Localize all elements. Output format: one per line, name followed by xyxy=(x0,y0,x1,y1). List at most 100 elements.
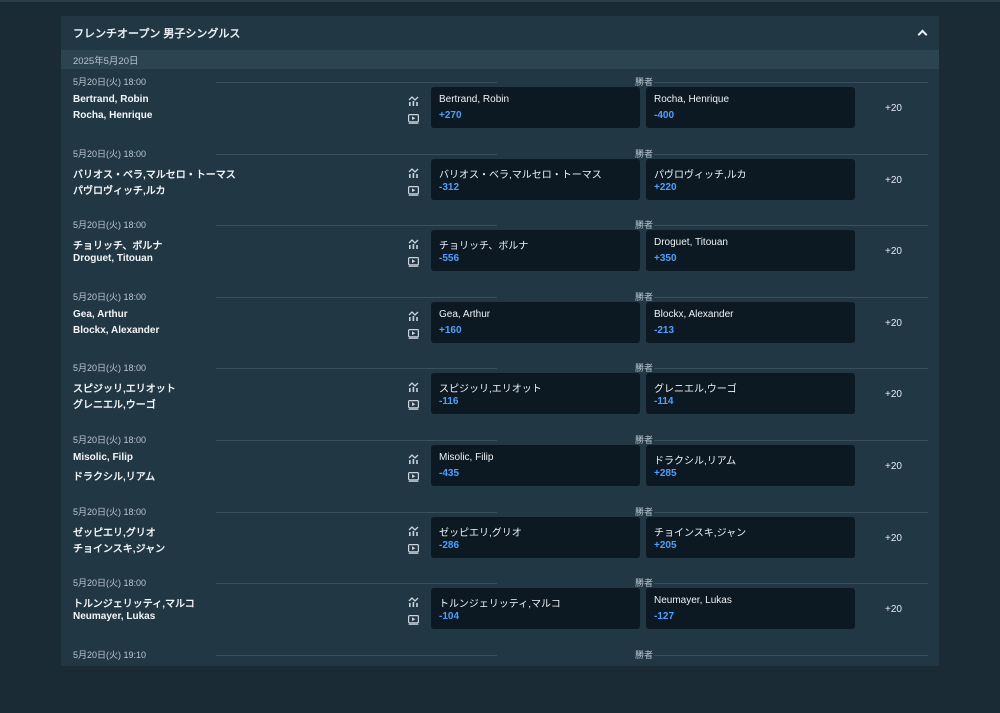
divider-line xyxy=(654,153,928,155)
odds-button-player-2[interactable]: パヴロヴィッチ,ルカ +220 xyxy=(646,158,855,200)
divider-line xyxy=(654,511,928,513)
player-2-name[interactable]: Rocha, Henrique xyxy=(73,110,152,121)
market-label: 勝者 xyxy=(635,506,654,517)
player-1-name[interactable]: トルンジェリッティ,マルコ xyxy=(73,595,195,610)
match-row: 5月20日(火) 18:00 勝者 スピジッリ,エリオット グレニエル,ウーゴ スピジッ… xyxy=(61,355,939,427)
odds-selection-name: ゼッピエリ,グリオ xyxy=(439,527,522,539)
player-1-name[interactable]: スピジッリ,エリオット xyxy=(73,380,176,395)
match-time: 5月20日(火) 18:00 xyxy=(73,578,147,589)
divider-line xyxy=(216,296,497,298)
stats-icon[interactable] xyxy=(408,308,419,321)
match-time: 5月20日(火) 18:00 xyxy=(73,434,147,445)
divider-line xyxy=(654,225,928,227)
odds-button-player-2[interactable]: Neumayer, Lukas -127 xyxy=(646,588,855,630)
odds-price: +205 xyxy=(654,539,677,551)
match-time: 5月20日(火) 18:00 xyxy=(73,77,147,87)
match-list: 5月20日(火) 18:00 勝者 Bertrand, Robin Rocha, He… xyxy=(61,69,939,713)
divider-line xyxy=(216,583,497,585)
odds-selection-name: Rocha, Henrique xyxy=(654,94,730,105)
live-stream-icon[interactable] xyxy=(408,183,420,196)
match-row: 5月20日(火) 18:00 勝者 ゼッピエリ,グリオ チョインスキ,ジャン ゼッピエリ… xyxy=(61,499,939,571)
market-label: 勝者 xyxy=(635,649,654,660)
odds-button-player-2[interactable]: Droguet, Titouan +350 xyxy=(646,230,855,272)
more-markets-button[interactable]: +20 xyxy=(885,103,902,114)
live-stream-icon[interactable] xyxy=(408,541,420,554)
more-markets-button[interactable]: +20 xyxy=(885,389,902,400)
stats-icon[interactable] xyxy=(408,165,419,178)
odds-button-player-2[interactable]: チョインスキ,ジャン +205 xyxy=(646,516,855,558)
stats-icon[interactable] xyxy=(408,451,419,464)
player-2-name[interactable]: ドラクシル,リアム xyxy=(73,468,155,483)
odds-price: +350 xyxy=(654,253,677,265)
odds-price: +160 xyxy=(439,324,462,336)
live-stream-icon[interactable] xyxy=(408,111,420,124)
more-markets-button[interactable]: +20 xyxy=(885,604,902,615)
player-1-name[interactable]: Bertrand, Robin xyxy=(73,94,149,105)
odds-button-player-1[interactable]: チョリッチ、ボルナ -556 xyxy=(431,230,640,272)
live-stream-icon[interactable] xyxy=(408,397,420,411)
more-markets-button[interactable]: +20 xyxy=(885,175,902,186)
odds-selection-name: Neumayer, Lukas xyxy=(654,595,732,607)
stats-icon[interactable] xyxy=(408,594,419,608)
odds-button-player-1[interactable]: ゼッピエリ,グリオ -286 xyxy=(431,516,640,558)
live-stream-icon[interactable] xyxy=(408,612,420,625)
more-markets-button[interactable]: +20 xyxy=(885,461,902,472)
more-markets-button[interactable]: +20 xyxy=(885,533,902,544)
divider-line xyxy=(654,654,928,656)
match-time: 5月20日(火) 18:00 xyxy=(73,148,147,159)
match-time: 5月20日(火) 18:00 xyxy=(73,291,147,302)
match-row: 5月20日(火) 18:00 勝者 バリオス・ベラ,マルセロ・トーマス パヴロヴィッチ… xyxy=(61,141,939,213)
live-stream-icon[interactable] xyxy=(408,326,420,339)
competition-panel: フレンチオープン 男子シングルス 2025年5月20日 5月20日(火) 18:… xyxy=(61,16,939,666)
player-2-name[interactable]: Blockx, Alexander xyxy=(73,325,159,336)
player-1-name[interactable]: Gea, Arthur xyxy=(73,309,128,320)
odds-button-player-2[interactable]: ドラクシル,リアム +285 xyxy=(646,444,855,486)
odds-button-player-1[interactable]: Bertrand, Robin +270 xyxy=(431,87,640,128)
player-1-name[interactable]: バリオス・ベラ,マルセロ・トーマス xyxy=(73,166,236,181)
odds-price: +270 xyxy=(439,110,462,121)
odds-selection-name: Droguet, Titouan xyxy=(654,237,728,249)
more-markets-button[interactable]: +20 xyxy=(885,246,902,257)
match-row: 5月20日(火) 18:00 勝者 Gea, Arthur Blockx, Alexa… xyxy=(61,284,939,356)
match-time: 5月20日(火) 18:00 xyxy=(73,363,147,374)
stats-icon[interactable] xyxy=(408,523,419,536)
odds-selection-name: Bertrand, Robin xyxy=(439,94,510,105)
player-2-name[interactable]: グレニエル,ウーゴ xyxy=(73,396,156,411)
player-1-name[interactable]: チョリッチ、ボルナ xyxy=(73,237,162,252)
stats-icon[interactable] xyxy=(408,236,419,250)
odds-price: -556 xyxy=(439,253,460,265)
odds-button-player-2[interactable]: グレニエル,ウーゴ -114 xyxy=(646,373,855,415)
odds-button-player-1[interactable]: バリオス・ベラ,マルセロ・トーマス -312 xyxy=(431,158,640,200)
odds-selection-name: チョリッチ、ボルナ xyxy=(439,241,529,253)
divider-line xyxy=(654,296,928,298)
odds-selection-name: ドラクシル,リアム xyxy=(654,455,737,467)
match-row: 5月20日(火) 18:00 勝者 Misolic, Filip ドラクシル,リアム M… xyxy=(61,427,939,499)
odds-button-player-1[interactable]: Gea, Arthur +160 xyxy=(431,301,640,343)
stats-icon[interactable] xyxy=(408,93,419,106)
odds-price: -435 xyxy=(439,467,460,479)
collapse-chevron-icon[interactable] xyxy=(917,28,927,38)
odds-selection-name: Gea, Arthur xyxy=(439,308,491,320)
player-2-name[interactable]: チョインスキ,ジャン xyxy=(73,540,165,555)
competition-header[interactable]: フレンチオープン 男子シングルス xyxy=(61,16,939,50)
odds-selection-name: スピジッリ,エリオット xyxy=(439,384,542,396)
odds-button-player-1[interactable]: トルンジェリッティ,マルコ -104 xyxy=(431,588,640,630)
divider-line xyxy=(216,654,497,656)
live-stream-icon[interactable] xyxy=(408,469,420,482)
odds-button-player-1[interactable]: スピジッリ,エリオット -116 xyxy=(431,373,640,415)
odds-selection-name: グレニエル,ウーゴ xyxy=(654,384,737,396)
match-time: 5月20日(火) 18:00 xyxy=(73,506,147,517)
player-1-name[interactable]: Misolic, Filip xyxy=(73,452,133,463)
player-2-name[interactable]: パヴロヴィッチ,ルカ xyxy=(73,182,165,197)
market-label: 勝者 xyxy=(635,148,654,159)
live-stream-icon[interactable] xyxy=(408,254,420,267)
odds-button-player-1[interactable]: Misolic, Filip -435 xyxy=(431,444,640,486)
player-2-name[interactable]: Neumayer, Lukas xyxy=(73,611,155,622)
more-markets-button[interactable]: +20 xyxy=(885,318,902,329)
player-2-name[interactable]: Droguet, Titouan xyxy=(73,253,153,264)
stats-icon[interactable] xyxy=(408,379,419,393)
divider-line xyxy=(654,583,928,585)
odds-button-player-2[interactable]: Blockx, Alexander -213 xyxy=(646,301,855,343)
player-1-name[interactable]: ゼッピエリ,グリオ xyxy=(73,524,156,539)
odds-button-player-2[interactable]: Rocha, Henrique -400 xyxy=(646,87,855,128)
